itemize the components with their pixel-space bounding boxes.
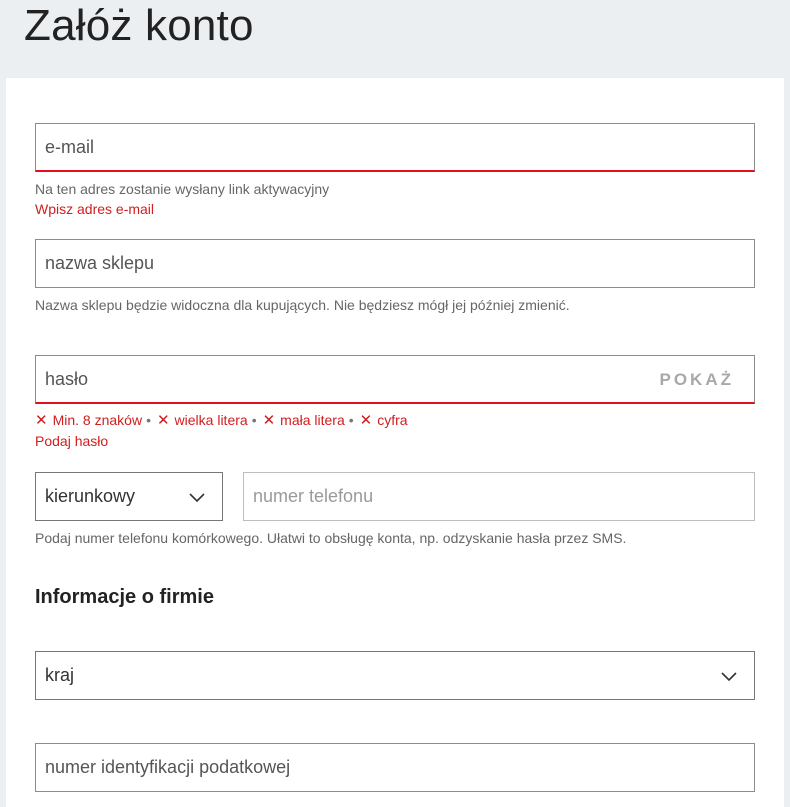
cross-icon: ✕ xyxy=(359,412,373,429)
password-rule-digit: ✕ cyfra xyxy=(359,412,408,429)
chevron-down-icon xyxy=(721,672,737,682)
cross-icon: ✕ xyxy=(156,412,170,429)
company-section-heading: Informacje o firmie xyxy=(35,586,214,608)
shop-name-placeholder: nazwa sklepu xyxy=(45,253,155,273)
email-hint: Na ten adres zostanie wysłany link aktyw… xyxy=(35,181,330,197)
cross-icon: ✕ xyxy=(35,412,48,429)
shop-name-field[interactable]: nazwa sklepu xyxy=(35,239,755,288)
country-select[interactable]: kraj xyxy=(35,651,755,700)
page-title: Załóż konto xyxy=(24,1,254,50)
phone-hint: Podaj numer telefonu komórkowego. Ułatwi… xyxy=(35,530,627,546)
email-field[interactable]: e-mail xyxy=(35,123,755,172)
tax-id-field[interactable]: numer identyfikacji podatkowej xyxy=(35,743,755,792)
phone-prefix-select[interactable]: kierunkowy xyxy=(35,472,223,521)
phone-prefix-value: kierunkowy xyxy=(45,486,136,506)
separator-dot: • xyxy=(348,412,354,428)
password-field[interactable]: hasło POKAŻ xyxy=(35,355,755,404)
password-rule-length: ✕ Min. 8 znaków xyxy=(35,412,143,429)
phone-number-field[interactable]: numer telefonu xyxy=(243,472,755,521)
tax-id-placeholder: numer identyfikacji podatkowej xyxy=(45,757,291,777)
password-rule-lowercase: ✕ mała litera xyxy=(262,412,345,429)
separator-dot: • xyxy=(251,412,257,428)
email-field-placeholder: e-mail xyxy=(45,137,95,157)
country-value: kraj xyxy=(45,665,75,685)
shop-name-hint: Nazwa sklepu będzie widoczna dla kupując… xyxy=(35,297,570,313)
password-rule-uppercase: ✕ wielka litera xyxy=(156,412,248,429)
password-error: Podaj hasło xyxy=(35,433,109,449)
password-rules: ✕ Min. 8 znaków • ✕ wielka litera • ✕ mała lite… xyxy=(35,411,408,430)
email-error: Wpisz adres e-mail xyxy=(35,201,155,217)
cross-icon: ✕ xyxy=(262,412,276,429)
show-password-button[interactable]: POKAŻ xyxy=(660,356,735,403)
separator-dot: • xyxy=(146,412,151,428)
phone-number-placeholder: numer telefonu xyxy=(253,486,374,506)
password-placeholder: hasło xyxy=(45,369,89,389)
chevron-down-icon xyxy=(189,493,205,503)
